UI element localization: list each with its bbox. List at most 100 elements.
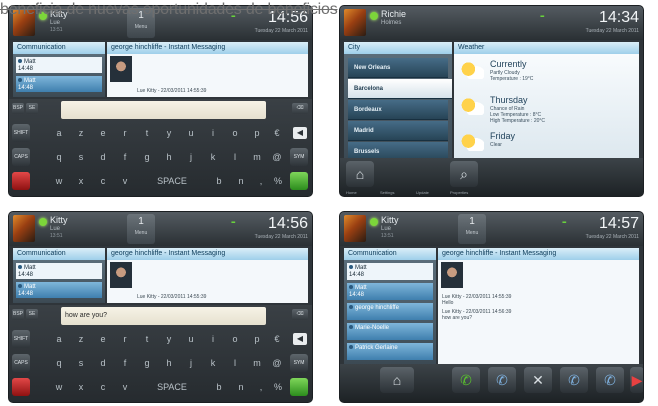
hangup-icon[interactable]: ▶ [630,367,643,393]
menu-button[interactable]: 1 Menu [127,214,155,244]
key[interactable]: € [267,121,287,145]
call-forward-icon[interactable]: ✆ [596,367,624,393]
key[interactable]: t [137,327,157,351]
key[interactable]: w [49,169,69,193]
arrow-left-icon[interactable]: ◀ [293,333,307,345]
sym-key[interactable]: SYM [290,354,308,372]
close-icon[interactable]: ✕ [524,367,552,393]
key-del[interactable]: ⌫ [292,309,308,320]
home-icon[interactable]: ⌂ [380,367,414,393]
key[interactable]: c [93,169,113,193]
contact-item[interactable]: Matt 14:48 [347,263,433,280]
key[interactable]: v [115,169,135,193]
key[interactable]: d [93,145,113,169]
caps-lock-key[interactable]: CAPS LOCK [12,148,30,178]
key[interactable]: f [115,351,135,375]
key[interactable]: w [49,375,69,399]
city-item[interactable]: Bordeaux [348,100,448,120]
key[interactable]: x [71,169,91,193]
sym-key[interactable]: SYM [290,148,308,166]
key[interactable]: a [49,121,69,145]
key[interactable]: o [225,327,245,351]
key[interactable]: m [247,145,267,169]
key[interactable]: y [159,327,179,351]
contact-item-selected[interactable]: Matt 14:48 [16,282,102,298]
call-transfer-icon[interactable]: ✆ [560,367,588,393]
contact-item[interactable]: Marie-Noelle [347,323,433,340]
key[interactable]: , [253,375,269,399]
key[interactable]: b [209,169,229,193]
contact-item[interactable]: george hinchliffe [347,303,433,320]
key[interactable]: f [115,145,135,169]
key[interactable]: g [137,145,157,169]
key-bsp[interactable]: BSP [12,309,24,320]
key[interactable]: r [115,121,135,145]
search-icon[interactable]: ⌕ [450,161,478,187]
shift-key[interactable]: SHIFT [12,124,30,142]
key[interactable]: z [71,327,91,351]
key[interactable]: u [181,121,201,145]
key[interactable]: k [203,351,223,375]
message-input[interactable] [61,101,266,119]
send-button[interactable] [290,378,308,396]
key[interactable]: d [93,351,113,375]
phone-icon[interactable]: ✆ [452,367,480,393]
key[interactable]: t [137,121,157,145]
cancel-button[interactable] [12,378,30,396]
key[interactable]: n [231,169,251,193]
home-icon[interactable]: ⌂ [346,161,374,187]
key-se[interactable]: SE [26,309,38,320]
key[interactable]: b [209,375,229,399]
space-key[interactable]: SPACE [137,375,207,399]
key[interactable]: k [203,145,223,169]
key[interactable]: m [247,351,267,375]
key-del[interactable]: ⌫ [292,103,308,114]
key[interactable]: s [71,351,91,375]
message-input[interactable]: how are you? [61,307,266,325]
key[interactable]: z [71,121,91,145]
key[interactable]: g [137,351,157,375]
key[interactable]: @ [267,351,287,375]
arrow-left-icon[interactable]: ◀ [293,127,307,139]
key[interactable]: q [49,351,69,375]
key[interactable]: @ [267,145,287,169]
key[interactable]: r [115,327,135,351]
call-add-icon[interactable]: ✆ [488,367,516,393]
key[interactable]: p [247,121,267,145]
key[interactable]: u [181,327,201,351]
key[interactable]: j [181,351,201,375]
user-avatar[interactable] [13,215,35,242]
key[interactable]: e [93,327,113,351]
cancel-button[interactable] [12,172,30,190]
key[interactable]: x [71,375,91,399]
key[interactable]: q [49,145,69,169]
key-bsp[interactable]: BSP [12,103,24,114]
key[interactable]: l [225,145,245,169]
key[interactable]: n [231,375,251,399]
key[interactable]: % [269,169,287,193]
key[interactable]: v [115,375,135,399]
shift-key[interactable]: SHIFT [12,330,30,348]
contact-item[interactable]: Matt 14:48 [16,263,102,279]
contact-item-selected[interactable]: Matt 14:48 [16,76,102,92]
city-item[interactable]: New Orleans [348,58,448,78]
menu-button[interactable]: 1 Menu [458,214,486,244]
key[interactable]: y [159,121,179,145]
key[interactable]: c [93,375,113,399]
key[interactable]: h [159,351,179,375]
send-button[interactable] [290,172,308,190]
key[interactable]: , [253,169,269,193]
key[interactable]: i [203,121,223,145]
key[interactable]: e [93,121,113,145]
key[interactable]: l [225,351,245,375]
key-se[interactable]: SE [26,103,38,114]
key[interactable]: % [269,375,287,399]
key[interactable]: a [49,327,69,351]
space-key[interactable]: SPACE [137,169,207,193]
contact-item[interactable]: Patrick Gerlaine [347,343,433,360]
key[interactable]: h [159,145,179,169]
city-item[interactable]: Madrid [348,121,448,141]
key[interactable]: o [225,121,245,145]
user-avatar[interactable] [344,215,366,242]
key[interactable]: € [267,327,287,351]
